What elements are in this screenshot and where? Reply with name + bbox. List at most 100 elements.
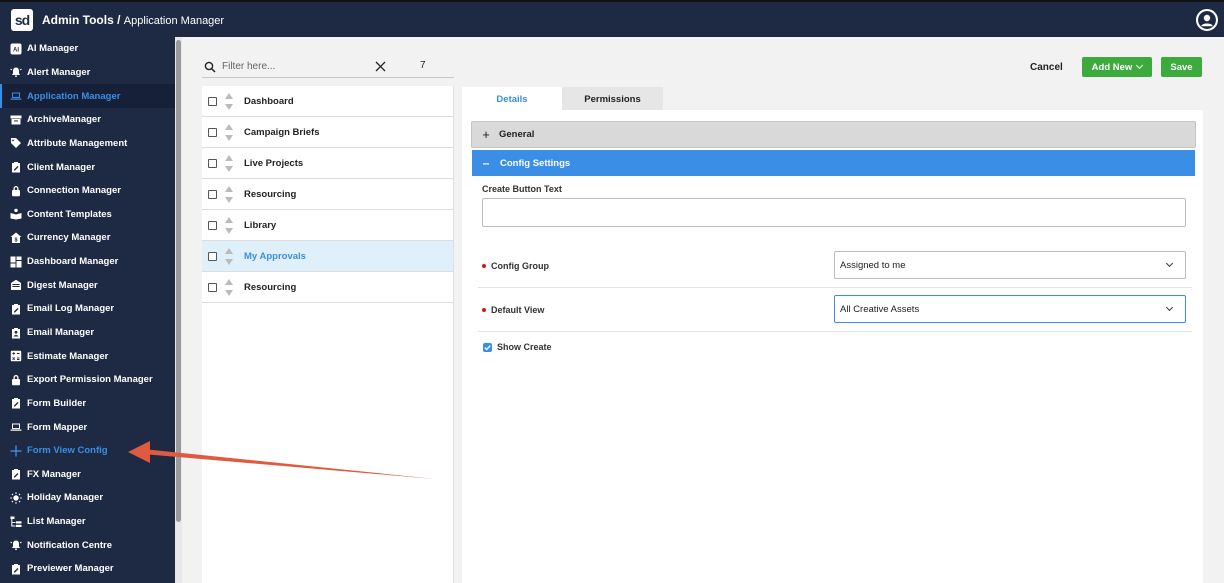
- top-bar: sd Admin Tools / Application Manager: [0, 0, 1224, 37]
- sidebar-item-alert-manager[interactable]: Alert Manager: [0, 61, 175, 85]
- sort-handle-icon[interactable]: [225, 247, 234, 265]
- list-item[interactable]: Campaign Briefs: [202, 117, 453, 148]
- sidebar-item-email-manager[interactable]: Email Manager: [0, 321, 175, 345]
- lock-icon: [9, 184, 22, 197]
- clipboard-edit-icon: [9, 161, 22, 174]
- collapse-minus-icon: –: [482, 156, 490, 170]
- bell-icon: [9, 66, 22, 79]
- sort-handle-icon[interactable]: [225, 123, 234, 141]
- list-item-label: Library: [244, 219, 277, 231]
- archive-icon: [9, 113, 22, 126]
- chevron-down-icon: [1165, 303, 1174, 312]
- sidebar-item-label: FX Manager: [27, 468, 81, 480]
- sidebar-item-holiday-manager[interactable]: Holiday Manager: [0, 486, 175, 510]
- list-item-label: Dashboard: [244, 95, 294, 107]
- sidebar-item-notification-centre[interactable]: Notification Centre: [0, 533, 175, 557]
- chevron-down-icon: [1165, 259, 1174, 268]
- row-checkbox[interactable]: [208, 220, 217, 230]
- sidebar-item-digest-manager[interactable]: Digest Manager: [0, 273, 175, 297]
- row-checkbox[interactable]: [208, 127, 217, 137]
- row-checkbox[interactable]: [208, 251, 217, 261]
- laptop-icon: [9, 90, 22, 103]
- tab-details[interactable]: Details: [462, 87, 562, 110]
- section-config-settings-label: Config Settings: [500, 157, 571, 169]
- sidebar-item-client-manager[interactable]: Client Manager: [0, 155, 175, 179]
- sort-handle-icon[interactable]: [225, 278, 234, 296]
- sidebar-item-form-mapper[interactable]: Form Mapper: [0, 415, 175, 439]
- calculator-icon: [9, 350, 22, 363]
- list-item[interactable]: Resourcing: [202, 179, 453, 210]
- sort-handle-icon[interactable]: [225, 154, 234, 172]
- ai-icon: AI: [9, 42, 22, 55]
- sidebar-item-previewer-manager[interactable]: Previewer Manager: [0, 557, 175, 581]
- sidebar-item-attribute-management[interactable]: Attribute Management: [0, 132, 175, 156]
- sort-handle-icon[interactable]: [225, 185, 234, 203]
- show-create-checkbox[interactable]: [483, 343, 492, 352]
- sidebar-item-label: Form Builder: [27, 397, 87, 409]
- sidebar-item-fx-manager[interactable]: FX Manager: [0, 463, 175, 487]
- svg-text:AI: AI: [13, 47, 19, 53]
- sidebar-item-label: AI Manager: [27, 43, 79, 55]
- show-create-label: Show Create: [497, 342, 552, 352]
- sidebar-item-label: Application Manager: [27, 90, 121, 102]
- sidebar-item-label: Client Manager: [27, 161, 96, 173]
- list-item-label: Campaign Briefs: [244, 126, 320, 138]
- sidebar-item-connection-manager[interactable]: Connection Manager: [0, 179, 175, 203]
- sidebar-item-application-manager[interactable]: Application Manager: [0, 84, 175, 108]
- divider: [478, 287, 1192, 288]
- row-checkbox[interactable]: [208, 158, 217, 168]
- sun-icon: [9, 491, 22, 504]
- clipboard-edit-icon: [9, 397, 22, 410]
- close-icon[interactable]: [375, 61, 386, 72]
- save-button[interactable]: Save: [1161, 57, 1202, 77]
- sidebar-scrollbar-thumb[interactable]: [176, 40, 181, 522]
- row-checkbox[interactable]: [208, 282, 217, 292]
- tab-permissions[interactable]: Permissions: [562, 87, 663, 110]
- default-view-select[interactable]: All Creative Assets: [834, 295, 1186, 323]
- sort-handle-icon[interactable]: [225, 92, 234, 110]
- content-template-icon: [9, 208, 22, 221]
- sidebar-item-label: Email Log Manager: [27, 303, 115, 315]
- tag-icon: [9, 137, 22, 150]
- list-item[interactable]: Resourcing: [202, 272, 453, 303]
- sidebar-item-label: Estimate Manager: [27, 350, 109, 362]
- filter-input[interactable]: [222, 61, 362, 72]
- config-group-label: Config Group: [482, 261, 549, 271]
- dashboard-icon: [9, 255, 22, 268]
- list-item-label: Live Projects: [244, 157, 304, 169]
- section-general-header[interactable]: + General: [471, 121, 1196, 148]
- clipboard-edit-icon: [9, 562, 22, 575]
- sort-handle-icon[interactable]: [225, 216, 234, 234]
- sidebar-item-estimate-manager[interactable]: Estimate Manager: [0, 344, 175, 368]
- sidebar-item-form-builder[interactable]: Form Builder: [0, 392, 175, 416]
- sidebar-item-content-templates[interactable]: Content Templates: [0, 202, 175, 226]
- add-new-label: Add New: [1091, 61, 1133, 73]
- list-item[interactable]: Live Projects: [202, 148, 453, 179]
- sidebar-item-ai-manager[interactable]: AI AI Manager: [0, 37, 175, 61]
- row-checkbox[interactable]: [208, 189, 217, 199]
- sidebar-item-label: Previewer Manager: [27, 563, 114, 575]
- sidebar-item-dashboard-manager[interactable]: Dashboard Manager: [0, 250, 175, 274]
- section-config-settings-header[interactable]: – Config Settings: [472, 150, 1195, 176]
- sidebar-item-form-view-config[interactable]: Form View Config: [0, 439, 175, 463]
- config-group-select[interactable]: Assigned to me: [834, 251, 1186, 279]
- create-button-text-input[interactable]: [482, 198, 1186, 227]
- list-item[interactable]: Library: [202, 210, 453, 241]
- row-checkbox[interactable]: [208, 96, 217, 106]
- add-new-button[interactable]: Add New: [1082, 57, 1152, 77]
- sidebar-item-list-manager[interactable]: List Manager: [0, 510, 175, 534]
- sidebar-item-archivemanager[interactable]: ArchiveManager: [0, 108, 175, 132]
- list-item[interactable]: Dashboard: [202, 86, 453, 117]
- sidebar-item-label: Attribute Management: [27, 137, 128, 149]
- default-view-value: All Creative Assets: [840, 303, 920, 315]
- sidebar-item-currency-manager[interactable]: $ Currency Manager: [0, 226, 175, 250]
- list-tree-icon: [9, 515, 22, 528]
- sidebar-item-label: Holiday Manager: [27, 492, 104, 504]
- sidebar-item-label: Form View Config: [27, 445, 108, 457]
- app-logo[interactable]: sd: [11, 8, 33, 31]
- sidebar-item-export-permission-manager[interactable]: Export Permission Manager: [0, 368, 175, 392]
- cancel-button[interactable]: Cancel: [1024, 59, 1069, 76]
- sidebar-item-email-log-manager[interactable]: Email Log Manager: [0, 297, 175, 321]
- list-item[interactable]: My Approvals: [202, 241, 453, 272]
- user-avatar-icon[interactable]: [1196, 9, 1218, 31]
